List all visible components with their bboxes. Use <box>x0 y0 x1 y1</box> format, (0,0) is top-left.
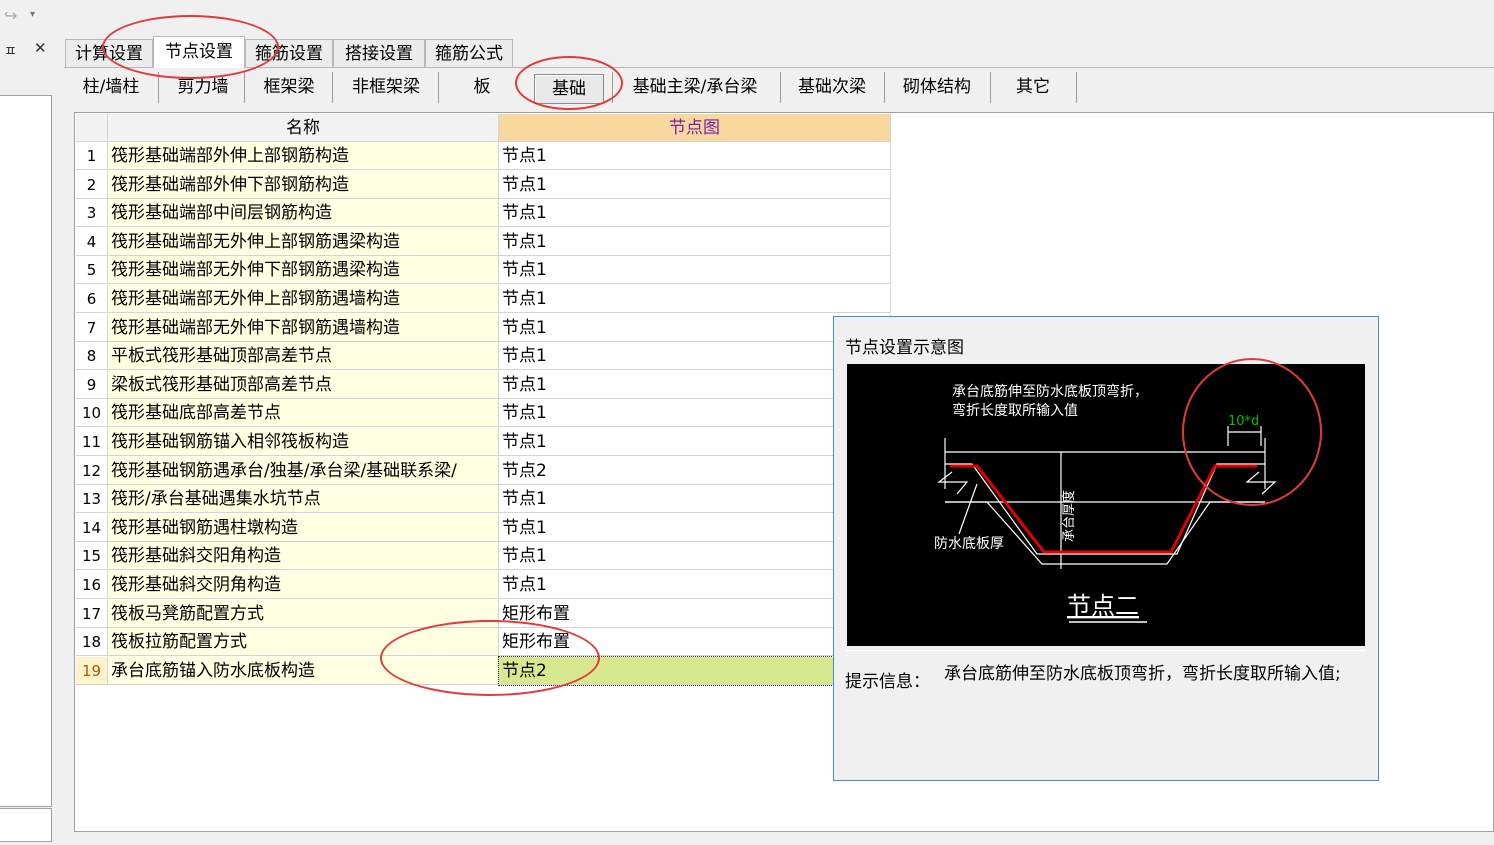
row-name-cell[interactable]: 筏形基础端部外伸上部钢筋构造 <box>108 142 499 170</box>
subtab-other[interactable]: 其它 <box>996 73 1070 101</box>
row-name-cell[interactable]: 筏板拉筋配置方式 <box>108 628 499 657</box>
row-value-cell[interactable]: 节点1 <box>499 227 891 256</box>
tab-stirrup-settings[interactable]: 箍筋设置 <box>245 39 333 67</box>
row-number[interactable]: 14 <box>76 513 108 542</box>
thickness-label: 承台厚度 <box>1061 490 1077 542</box>
row-number[interactable]: 9 <box>76 370 108 399</box>
dim-label-10d: 10*d <box>1228 414 1259 429</box>
leader-line <box>958 483 978 535</box>
subtab-divider <box>612 72 613 103</box>
row-name-cell[interactable]: 筏形基础底部高差节点 <box>108 399 499 428</box>
node-diagram-drawing: 承台底筋伸至防水底板顶弯折， 弯折长度取所输入值 10*d 承台厚度 防水底板厚… <box>917 383 1277 623</box>
subtab-shear-wall[interactable]: 剪力墙 <box>164 73 242 101</box>
tab-node-settings[interactable]: 节点设置 <box>153 36 245 68</box>
row-number[interactable]: 6 <box>76 285 108 313</box>
row-name-cell[interactable]: 筏形/承台基础遇集水坑节点 <box>108 485 499 514</box>
hint-label: 提示信息： <box>845 672 930 692</box>
subtab-divider <box>332 72 333 103</box>
row-value-cell[interactable]: 节点1 <box>499 170 891 199</box>
subtab-non-frame-beam[interactable]: 非框架梁 <box>338 73 434 101</box>
row-number[interactable]: 12 <box>76 456 108 485</box>
subtab-column[interactable]: 柱/墙柱 <box>72 73 150 101</box>
node-diagram: 承台底筋伸至防水底板顶弯折， 弯折长度取所输入值 10*d 承台厚度 防水底板厚… <box>847 364 1365 646</box>
row-name-cell[interactable]: 筏形基础钢筋遇柱墩构造 <box>108 513 499 542</box>
subtab-foundation[interactable]: 基础 <box>534 74 604 104</box>
subtab-foundation-secondary-beam[interactable]: 基础次梁 <box>786 73 878 101</box>
top-toolbar <box>0 0 1494 36</box>
row-name-cell[interactable]: 平板式筏形基础顶部高差节点 <box>108 342 499 371</box>
row-value-cell[interactable]: 节点1 <box>499 199 891 228</box>
subtab-divider <box>244 72 245 103</box>
subtab-divider <box>884 72 885 103</box>
row-number[interactable]: 3 <box>76 199 108 228</box>
row-number[interactable]: 1 <box>76 142 108 170</box>
row-name-cell[interactable]: 筏形基础端部无外伸上部钢筋遇梁构造 <box>108 227 499 256</box>
row-name-cell[interactable]: 筏形基础斜交阳角构造 <box>108 542 499 571</box>
row-number[interactable]: 5 <box>76 256 108 285</box>
row-number[interactable]: 19 <box>76 656 108 685</box>
row-name-cell[interactable]: 筏形基础钢筋遇承台/独基/承台梁/基础联系梁/ <box>108 456 499 485</box>
subtab-divider <box>990 72 991 103</box>
popup-title: 节点设置示意图 <box>845 338 964 358</box>
subtab-divider <box>780 72 781 103</box>
column-header-node-diagram[interactable]: 节点图 <box>499 114 891 142</box>
row-name-cell[interactable]: 筏形基础端部无外伸下部钢筋遇梁构造 <box>108 256 499 285</box>
row-name-cell[interactable]: 筏板马凳筋配置方式 <box>108 599 499 628</box>
slab-thickness-label: 防水底板厚 <box>934 536 1004 552</box>
subtab-slab[interactable]: 板 <box>446 73 518 101</box>
diagram-note-line2: 弯折长度取所输入值 <box>952 402 1078 419</box>
row-number[interactable]: 2 <box>76 170 108 199</box>
row-number[interactable]: 8 <box>76 342 108 371</box>
row-number[interactable]: 18 <box>76 628 108 657</box>
grid-corner <box>76 114 108 142</box>
subtab-divider <box>1076 72 1077 103</box>
row-value-cell[interactable]: 节点1 <box>499 256 891 285</box>
subtab-divider <box>158 72 159 103</box>
hint-text: 承台底筋伸至防水底板顶弯折，弯折长度取所输入值; <box>944 664 1341 684</box>
row-name-cell[interactable]: 筏形基础端部外伸下部钢筋构造 <box>108 170 499 199</box>
row-number[interactable]: 13 <box>76 485 108 514</box>
row-number[interactable]: 11 <box>76 428 108 456</box>
left-status-strip <box>0 808 52 842</box>
row-name-cell[interactable]: 筏形基础端部无外伸上部钢筋遇墙构造 <box>108 285 499 313</box>
subtab-foundation-main-beam[interactable]: 基础主梁/承台梁 <box>620 73 770 101</box>
tab-lap-settings[interactable]: 搭接设置 <box>333 39 425 67</box>
row-number[interactable]: 4 <box>76 227 108 256</box>
tab-calc-settings[interactable]: 计算设置 <box>65 39 153 67</box>
subtab-divider <box>438 72 439 103</box>
row-value-cell[interactable]: 节点1 <box>499 285 891 313</box>
row-number[interactable]: 15 <box>76 542 108 571</box>
row-number[interactable]: 7 <box>76 313 108 342</box>
subtab-frame-beam[interactable]: 框架梁 <box>250 73 328 101</box>
column-header-name[interactable]: 名称 <box>108 114 499 142</box>
row-name-cell[interactable]: 筏形基础端部无外伸下部钢筋遇墙构造 <box>108 313 499 342</box>
row-name-cell[interactable]: 筏形基础端部中间层钢筋构造 <box>108 199 499 228</box>
redo-icon[interactable]: ↪ <box>4 6 17 25</box>
row-number[interactable]: 16 <box>76 571 108 599</box>
subtab-masonry[interactable]: 砌体结构 <box>890 73 984 101</box>
spacer <box>917 434 945 438</box>
pin-icon[interactable]: ㅍ <box>4 41 17 61</box>
row-name-cell[interactable]: 梁板式筏形基础顶部高差节点 <box>108 370 499 399</box>
row-number[interactable]: 17 <box>76 599 108 628</box>
row-name-cell[interactable]: 承台底筋锚入防水底板构造 <box>108 656 499 685</box>
diagram-caption: 节点二 <box>1067 592 1139 620</box>
row-name-cell[interactable]: 筏形基础斜交阴角构造 <box>108 571 499 599</box>
chevron-down-icon[interactable]: ▾ <box>30 9 35 20</box>
break-symbol-left <box>937 471 969 495</box>
row-number[interactable]: 10 <box>76 399 108 428</box>
break-symbol-right <box>1245 471 1277 495</box>
close-icon[interactable]: ✕ <box>34 39 47 57</box>
pit-outline-bottom <box>945 501 1265 565</box>
tab-stirrup-formula[interactable]: 箍筋公式 <box>425 39 513 67</box>
row-name-cell[interactable]: 筏形基础钢筋锚入相邻筏板构造 <box>108 428 499 456</box>
row-value-cell[interactable]: 节点1 <box>499 142 891 170</box>
diagram-note-line1: 承台底筋伸至防水底板顶弯折， <box>952 383 1148 400</box>
left-tree-list[interactable] <box>0 95 52 807</box>
